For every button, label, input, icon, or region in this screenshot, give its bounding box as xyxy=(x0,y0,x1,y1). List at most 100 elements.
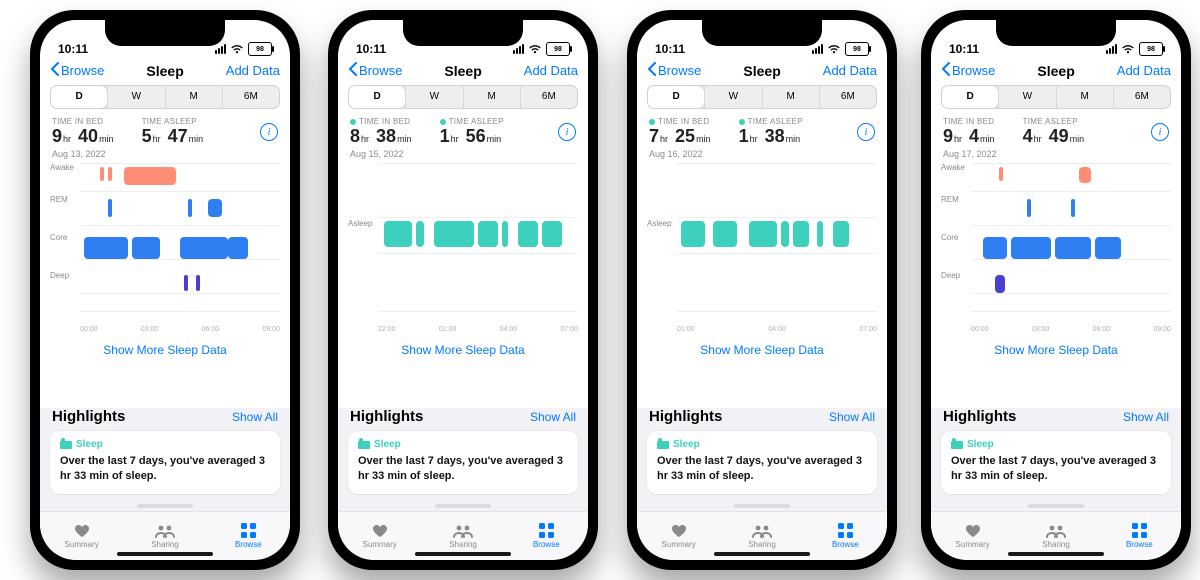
sleep-block xyxy=(1011,237,1051,259)
nav-bar: BrowseSleepAdd Data xyxy=(931,58,1181,85)
segment-w[interactable]: W xyxy=(405,86,462,108)
add-data-button[interactable]: Add Data xyxy=(226,63,280,78)
tab-summary[interactable]: Summary xyxy=(40,512,123,560)
nav-bar: Browse Sleep Add Data xyxy=(40,58,290,85)
add-data-button[interactable]: Add Data xyxy=(1117,63,1171,78)
page-title: Sleep xyxy=(146,63,183,79)
range-segmented-control[interactable]: DWM6M xyxy=(941,85,1171,109)
stat-time-asleep: TIME ASLEEP1hr 56min xyxy=(440,117,504,147)
plot-area xyxy=(971,163,1171,319)
y-axis-label: Awake xyxy=(941,163,965,172)
stats-row: TIME IN BED9hr 40minTIME ASLEEP5hr 47min… xyxy=(40,109,290,147)
highlights-section: HighlightsShow AllSleepOver the last 7 d… xyxy=(338,408,588,512)
highlight-card[interactable]: SleepOver the last 7 days, you've averag… xyxy=(647,431,877,494)
info-button[interactable]: i xyxy=(1151,123,1169,141)
segment-6m[interactable]: 6M xyxy=(1113,86,1170,108)
sleep-chart[interactable]: Asleep 01:00 04:00 07:00 xyxy=(647,163,877,333)
sleep-block xyxy=(108,199,112,217)
segment-d[interactable]: D xyxy=(942,86,998,108)
segment-m[interactable]: M xyxy=(762,86,819,108)
x-tick: 07:00 xyxy=(859,326,877,333)
back-button[interactable]: Browse xyxy=(647,62,701,79)
wifi-icon xyxy=(827,44,841,54)
sleep-block xyxy=(1079,167,1091,183)
show-all-link[interactable]: Show All xyxy=(530,410,576,424)
tab-summary[interactable]: Summary xyxy=(637,512,720,560)
scroll-indicator xyxy=(1028,504,1084,508)
highlight-card[interactable]: SleepOver the last 7 days, you've averag… xyxy=(50,431,280,494)
show-more-link[interactable]: Show More Sleep Data xyxy=(931,333,1181,369)
segment-d[interactable]: D xyxy=(51,86,107,108)
home-indicator[interactable] xyxy=(117,552,213,556)
segment-m[interactable]: M xyxy=(1056,86,1113,108)
back-button[interactable]: Browse xyxy=(348,62,402,79)
sleep-block xyxy=(184,275,188,291)
segment-d[interactable]: D xyxy=(648,86,704,108)
nav-bar: Browse Sleep Add Data xyxy=(637,58,887,85)
segment-w[interactable]: W xyxy=(107,86,164,108)
show-all-link[interactable]: Show All xyxy=(829,410,875,424)
battery-icon: 98 xyxy=(1139,42,1163,56)
sleep-chart[interactable]: Asleep22:0001:0004:0007:00 xyxy=(348,163,578,333)
show-more-link[interactable]: Show More Sleep Data xyxy=(338,333,588,369)
tab-browse[interactable]: Browse xyxy=(1098,512,1181,560)
info-button[interactable]: i xyxy=(857,123,875,141)
show-more-link[interactable]: Show More Sleep Data xyxy=(40,333,290,369)
x-tick: 01:00 xyxy=(677,326,695,333)
sleep-block xyxy=(502,221,508,247)
info-button[interactable]: i xyxy=(260,123,278,141)
tab-browse[interactable]: Browse xyxy=(207,512,290,560)
sleep-block xyxy=(434,221,474,247)
status-time: 10:11 xyxy=(949,42,979,56)
dot-icon xyxy=(350,119,356,125)
home-indicator[interactable] xyxy=(415,552,511,556)
show-all-link[interactable]: Show All xyxy=(232,410,278,424)
segment-m[interactable]: M xyxy=(165,86,222,108)
range-segmented-control[interactable]: DWM6M xyxy=(348,85,578,109)
y-axis-label: Asleep xyxy=(647,219,671,228)
highlight-card[interactable]: SleepOver the last 7 days, you've averag… xyxy=(348,431,578,494)
sleep-chart[interactable]: AwakeREMCoreDeep00:0003:0006:0009:00 xyxy=(50,163,280,333)
back-button[interactable]: Browse xyxy=(50,62,104,79)
plot-area xyxy=(677,163,877,319)
home-indicator[interactable] xyxy=(714,552,810,556)
page-title: Sleep xyxy=(743,63,780,79)
sleep-block xyxy=(1095,237,1121,259)
x-tick: 01:00 xyxy=(439,326,457,333)
page-title: Sleep xyxy=(444,63,481,79)
x-tick: 04:00 xyxy=(768,326,786,333)
range-segmented-control[interactable]: DWM6M xyxy=(647,85,877,109)
sleep-block xyxy=(749,221,777,247)
segment-m[interactable]: M xyxy=(463,86,520,108)
segment-6m[interactable]: 6M xyxy=(819,86,876,108)
x-tick: 03:00 xyxy=(141,326,159,333)
home-indicator[interactable] xyxy=(1008,552,1104,556)
add-data-button[interactable]: Add Data xyxy=(524,63,578,78)
back-label: Browse xyxy=(952,63,995,78)
tab-browse[interactable]: Browse xyxy=(804,512,887,560)
segment-w[interactable]: W xyxy=(998,86,1055,108)
tab-browse[interactable]: Browse xyxy=(505,512,588,560)
highlights-section: HighlightsShow AllSleepOver the last 7 d… xyxy=(931,408,1181,512)
segment-6m[interactable]: 6M xyxy=(520,86,577,108)
sleep-block xyxy=(196,275,200,291)
date-label: Aug 13, 2022 xyxy=(40,147,290,159)
info-button[interactable]: i xyxy=(558,123,576,141)
highlight-card[interactable]: SleepOver the last 7 days, you've averag… xyxy=(941,431,1171,494)
back-button[interactable]: Browse xyxy=(941,62,995,79)
tab-summary[interactable]: Summary xyxy=(931,512,1014,560)
tab-summary[interactable]: Summary xyxy=(338,512,421,560)
plot-area xyxy=(80,163,280,319)
nav-bar: Browse Sleep Add Data xyxy=(338,58,588,85)
sleep-chart[interactable]: AwakeREMCoreDeep00:0003:0006:0009:00 xyxy=(941,163,1171,333)
show-more-link[interactable]: Show More Sleep Data xyxy=(637,333,887,369)
segment-w[interactable]: W xyxy=(704,86,761,108)
range-segmented-control[interactable]: DWM6M xyxy=(50,85,280,109)
sleep-block xyxy=(180,237,228,259)
segment-d[interactable]: D xyxy=(349,86,405,108)
segment-6m[interactable]: 6M xyxy=(222,86,279,108)
chevron-left-icon xyxy=(941,62,950,79)
card-text: Over the last 7 days, you've averaged 3 … xyxy=(358,454,568,484)
show-all-link[interactable]: Show All xyxy=(1123,410,1169,424)
add-data-button[interactable]: Add Data xyxy=(823,63,877,78)
